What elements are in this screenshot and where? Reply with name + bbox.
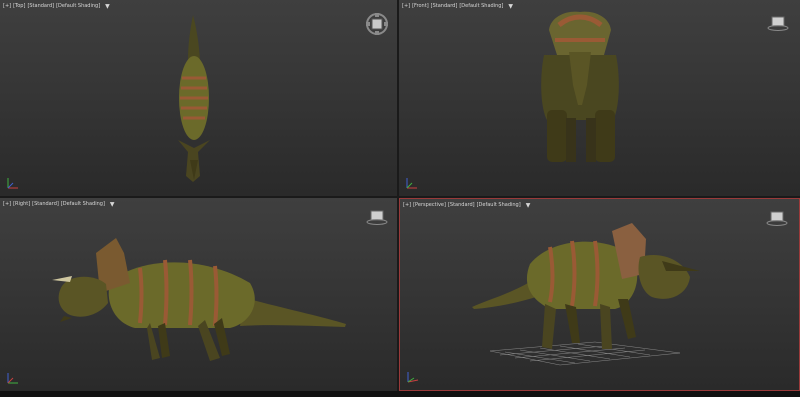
axis-tripod-icon xyxy=(7,373,18,384)
viewport-top[interactable]: [+] [Top] [Standard] [Default Shading] ▼ xyxy=(0,0,397,196)
status-strip xyxy=(0,391,800,397)
axis-tripod-icon xyxy=(407,372,419,383)
axis-tripod-icon xyxy=(7,178,18,189)
viewport-right[interactable]: [+] [Right] [Standard] [Default Shading]… xyxy=(0,198,397,391)
viewport-perspective[interactable]: [+] [Perspective] [Standard] [Default Sh… xyxy=(399,198,800,391)
dinosaur-model-top[interactable] xyxy=(0,0,397,196)
dinosaur-model-perspective[interactable] xyxy=(400,199,799,390)
axis-tripod-icon xyxy=(406,178,417,189)
viewport-front[interactable]: [+] [Front] [Standard] [Default Shading]… xyxy=(399,0,800,196)
ground-grid xyxy=(489,341,681,366)
dinosaur-model-front[interactable] xyxy=(399,0,800,196)
dinosaur-model-right[interactable] xyxy=(0,198,397,391)
